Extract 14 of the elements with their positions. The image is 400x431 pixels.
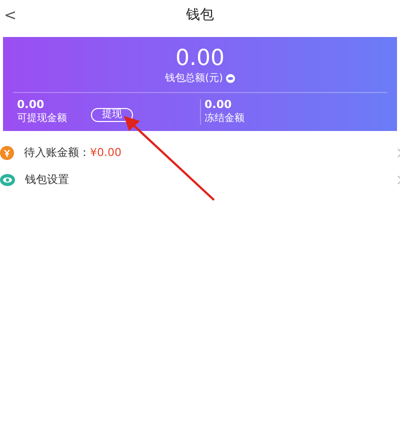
coin-icon (0, 146, 14, 160)
stat-label: 可提现金额 (17, 112, 67, 125)
stat-label: 冻结金额 (204, 112, 244, 125)
row-label[interactable]: 钱包设置 (25, 172, 69, 187)
row-label[interactable]: 待入账金额： (24, 145, 90, 160)
total-amount: 0.00 (176, 47, 224, 71)
total-label: 钱包总额(元) (165, 72, 223, 85)
back-button[interactable]: < (0, 6, 34, 24)
eye-icon[interactable] (226, 74, 235, 82)
stat-amount: 0.00 (17, 99, 46, 111)
page-title: 钱包 (186, 7, 214, 23)
eye-icon (0, 174, 15, 186)
stat-amount: 0.00 (204, 99, 233, 111)
pending-amount: ¥0.00 (90, 146, 122, 159)
